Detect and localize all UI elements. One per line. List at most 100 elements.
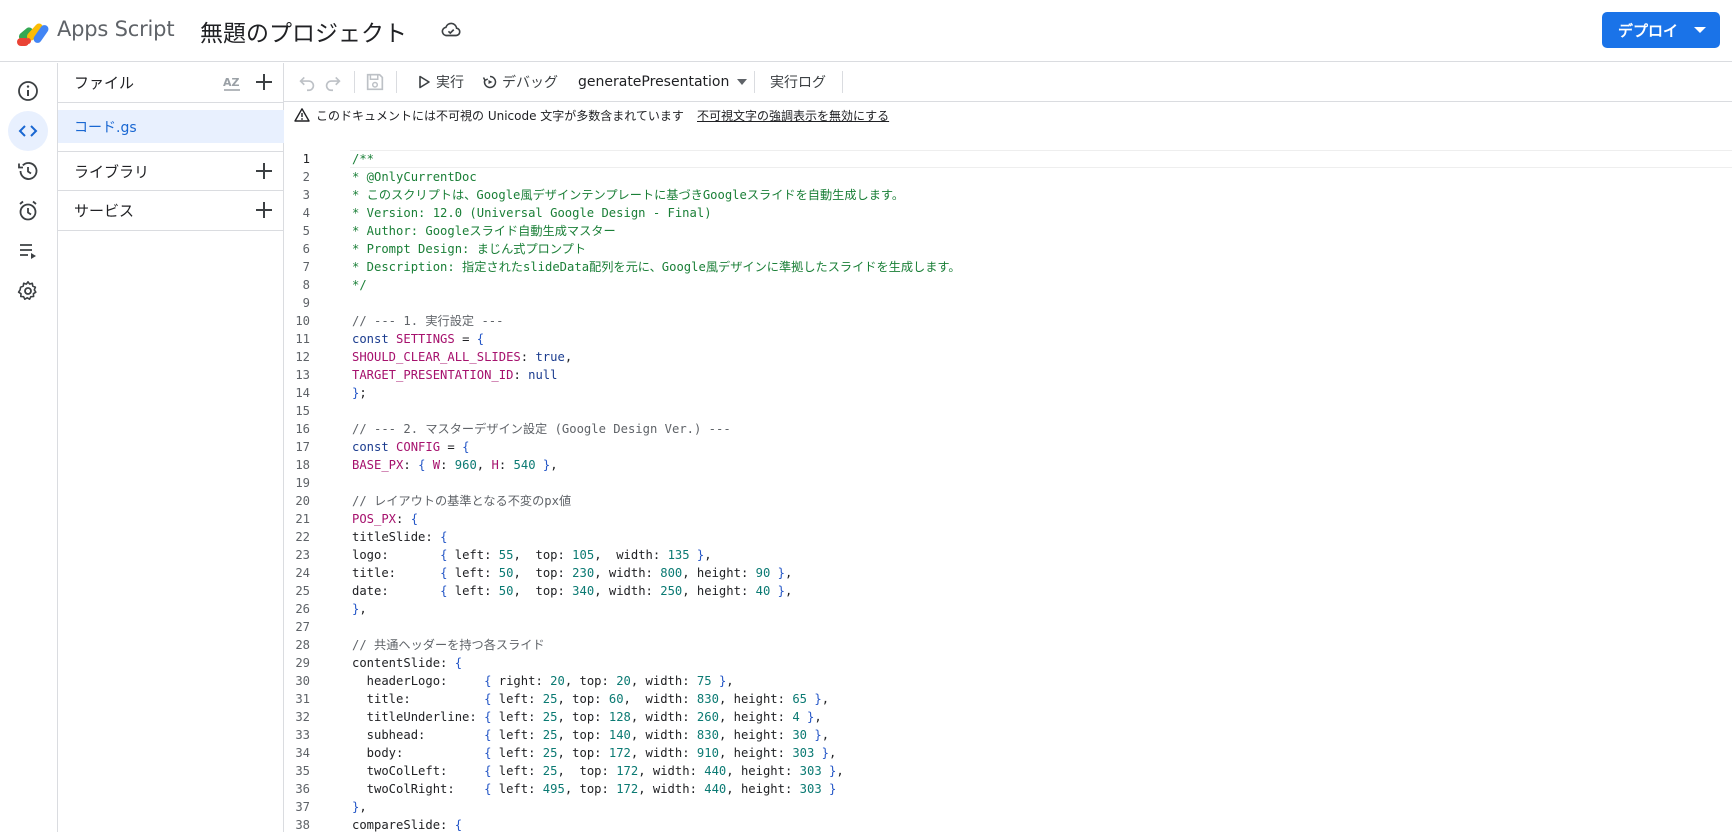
sort-az-icon[interactable]: AZ xyxy=(220,71,244,95)
code-line[interactable]: 27 xyxy=(284,618,1732,636)
debug-icon xyxy=(482,75,497,89)
code-line[interactable]: 34 body: { left: 25, top: 172, width: 91… xyxy=(284,744,1732,762)
code-line[interactable]: 19 xyxy=(284,474,1732,492)
code-line[interactable]: 31 title: { left: 25, top: 60, width: 83… xyxy=(284,690,1732,708)
code-token: 440 xyxy=(704,782,727,796)
add-library-icon[interactable] xyxy=(252,159,276,183)
deploy-label: デプロイ xyxy=(1618,22,1679,40)
code-text: body: { left: 25, top: 172, width: 910, … xyxy=(352,744,837,762)
execution-log-button[interactable]: 実行ログ xyxy=(770,69,826,95)
executions-button[interactable] xyxy=(8,231,48,271)
code-token: 910 xyxy=(696,746,719,760)
disable-highlight-link[interactable]: 不可視文字の強調表示を無効にする xyxy=(697,107,889,124)
files-section-header: ファイル AZ xyxy=(58,63,284,103)
function-selector[interactable]: generatePresentation xyxy=(578,69,748,95)
add-service-icon[interactable] xyxy=(252,198,276,222)
code-line[interactable]: 33 subhead: { left: 25, top: 140, width:… xyxy=(284,726,1732,744)
code-line[interactable]: 36 twoColRight: { left: 495, top: 172, w… xyxy=(284,780,1732,798)
code-token: date: xyxy=(352,584,441,598)
code-line[interactable]: 26}, xyxy=(284,600,1732,618)
code-line[interactable]: 23 logo: { left: 55, top: 105, width: 135… xyxy=(284,546,1732,564)
line-number: 34 xyxy=(295,746,310,760)
code-line[interactable]: 30 headerLogo: { right: 20, top: 20, wid… xyxy=(284,672,1732,690)
code-line[interactable]: 12 SHOULD_CLEAR_ALL_SLIDES: true, xyxy=(284,348,1732,366)
code-line[interactable]: 4 * Version: 12.0 (Universal Google Desig… xyxy=(284,204,1732,222)
code-line[interactable]: 37}, xyxy=(284,798,1732,816)
code-text: * Description: 指定されたslideData配列を元に、Googl… xyxy=(352,258,961,276)
editor-button[interactable] xyxy=(8,111,48,151)
code-token: TARGET_PRESENTATION_ID xyxy=(352,368,514,382)
code-token: : xyxy=(440,458,455,472)
left-navigation-rail xyxy=(0,63,58,832)
code-editor[interactable]: 1 /** 2 * @OnlyCurrentDoc 3 * このスクリプトは、Google… xyxy=(284,150,1732,832)
code-token: , height: xyxy=(726,764,800,778)
code-token: , width: xyxy=(630,674,697,688)
code-line[interactable]: 35 twoColLeft: { left: 25, top: 172, wid… xyxy=(284,762,1732,780)
code-line[interactable]: 2 * @OnlyCurrentDoc xyxy=(284,168,1732,186)
code-line[interactable]: 7 * Description: 指定されたslideData配列を元に、Goog… xyxy=(284,258,1732,276)
code-line[interactable]: 1 /** xyxy=(284,150,1732,168)
code-line[interactable]: 8 */ xyxy=(284,276,1732,294)
code-line[interactable]: 32 titleUnderline: { left: 25, top: 128,… xyxy=(284,708,1732,726)
code-token: * このスクリプトは、Google風デザインテンプレートに基づきGoogleスラ… xyxy=(352,188,905,202)
code-token: 128 xyxy=(608,710,631,724)
settings-button[interactable] xyxy=(8,271,48,311)
cloud-saved-icon[interactable] xyxy=(440,19,462,41)
file-item-code-gs[interactable]: コード.gs xyxy=(58,110,284,143)
code-text: const SETTINGS = { xyxy=(352,330,484,348)
code-line[interactable]: 11 const SETTINGS = { xyxy=(284,330,1732,348)
code-line[interactable]: 18 BASE_PX: { W: 960, H: 540 }, xyxy=(284,456,1732,474)
code-line[interactable]: 15 xyxy=(284,402,1732,420)
code-line[interactable]: 22 titleSlide: { xyxy=(284,528,1732,546)
line-number: 2 xyxy=(302,170,310,184)
code-token: 105 xyxy=(572,548,595,562)
deploy-button[interactable]: デプロイ xyxy=(1602,12,1720,48)
add-file-icon[interactable] xyxy=(252,70,276,94)
redo-icon[interactable] xyxy=(322,71,344,93)
code-line[interactable]: 14}; xyxy=(284,384,1732,402)
code-token: SHOULD_CLEAR_ALL_SLIDES xyxy=(352,350,521,364)
libraries-section-header[interactable]: ライブラリ xyxy=(58,151,284,191)
undo-icon[interactable] xyxy=(296,71,318,93)
code-token: : xyxy=(520,350,536,364)
code-token: 172 xyxy=(616,764,639,778)
line-number: 23 xyxy=(295,548,310,562)
code-line[interactable]: 20 // レイアウトの基準となる不変のpx値 xyxy=(284,492,1732,510)
code-token: } xyxy=(777,566,785,580)
debug-button[interactable]: デバッグ xyxy=(482,69,558,95)
code-line[interactable]: 28 // 共通ヘッダーを持つ各スライド xyxy=(284,636,1732,654)
code-line[interactable]: 9 xyxy=(284,294,1732,312)
code-token: , xyxy=(550,458,558,472)
code-line[interactable]: 21 POS_PX: { xyxy=(284,510,1732,528)
code-line[interactable]: 5 * Author: Googleスライド自動生成マスター xyxy=(284,222,1732,240)
code-line[interactable]: 29 contentSlide: { xyxy=(284,654,1732,672)
code-line[interactable]: 13 TARGET_PRESENTATION_ID: null xyxy=(284,366,1732,384)
code-token: // --- 2. マスターデザイン設定 (Google Design Ver.… xyxy=(352,422,731,436)
code-token: { xyxy=(462,440,470,454)
code-token: } xyxy=(814,728,822,742)
project-history-button[interactable] xyxy=(8,151,48,191)
code-token: 830 xyxy=(696,692,719,706)
code-line[interactable]: 16 // --- 2. マスターデザイン設定 (Google Design Ve… xyxy=(284,420,1732,438)
save-icon[interactable] xyxy=(364,71,386,93)
code-line[interactable]: 24 title: { left: 50, top: 230, width: 80… xyxy=(284,564,1732,582)
code-token: , height: xyxy=(718,692,793,706)
code-line[interactable]: 10 // --- 1. 実行設定 --- xyxy=(284,312,1732,330)
code-text: title: { left: 25, top: 60, width: 830, … xyxy=(352,690,829,708)
code-text: // レイアウトの基準となる不変のpx値 xyxy=(352,492,571,510)
overview-button[interactable] xyxy=(8,71,48,111)
app-name: Apps Script xyxy=(57,17,175,41)
code-line[interactable]: 38 compareSlide: { xyxy=(284,816,1732,832)
run-button[interactable]: 実行 xyxy=(416,69,464,95)
code-line[interactable]: 25 date: { left: 50, top: 340, width: 250… xyxy=(284,582,1732,600)
triggers-button[interactable] xyxy=(8,191,48,231)
code-line[interactable]: 3 * このスクリプトは、Google風デザインテンプレートに基づきGoogleス… xyxy=(284,186,1732,204)
line-number: 6 xyxy=(302,242,310,256)
services-section-header[interactable]: サービス xyxy=(58,191,284,231)
code-token: ; xyxy=(359,386,367,400)
project-title[interactable]: 無題のプロジェクト xyxy=(200,14,407,48)
code-line[interactable]: 17 const CONFIG = { xyxy=(284,438,1732,456)
code-line[interactable]: 6 * Prompt Design: まじん式プロンプト xyxy=(284,240,1732,258)
code-token: twoColRight: xyxy=(352,782,485,796)
code-token: */ xyxy=(352,278,367,292)
